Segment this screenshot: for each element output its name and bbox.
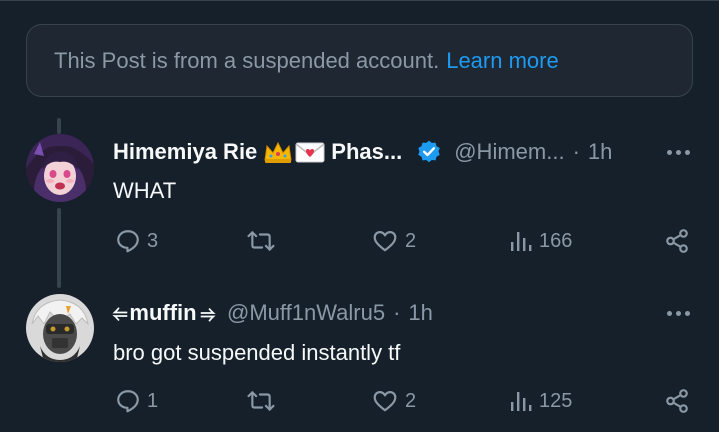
display-name-suffix[interactable]: Phas... [331, 139, 402, 165]
reply-count: 1 [147, 389, 159, 412]
share-icon [666, 229, 688, 253]
post-header: Himemiya Rie Phas... @Himem... · 1h [113, 139, 612, 165]
handle[interactable]: @Muff1nWalru5 [227, 300, 385, 326]
display-name[interactable]: Himemiya Rie [113, 139, 257, 165]
separator-dot: · [393, 300, 401, 325]
avatar[interactable] [26, 294, 94, 362]
like-count: 2 [405, 229, 417, 252]
views-chart-icon [511, 392, 532, 411]
top-divider [0, 0, 719, 4]
share-button[interactable] [664, 228, 690, 254]
views-count: 125 [539, 389, 573, 412]
reply-icon [117, 390, 139, 413]
share-icon [666, 389, 688, 413]
reply-button[interactable]: 1 [115, 388, 158, 414]
like-button[interactable]: 2 [371, 388, 416, 414]
reply-button[interactable]: 3 [115, 228, 158, 254]
post-text: bro got suspended instantly tf [113, 340, 401, 365]
masked-character-avatar-image [26, 294, 94, 362]
reply-icon [117, 230, 139, 253]
heart-icon [373, 391, 397, 412]
suspended-notice-text: This Post is from a suspended account. [54, 47, 440, 73]
thread-line-middle [57, 208, 61, 288]
thread-line-top [57, 118, 61, 134]
learn-more-link[interactable]: Learn more [446, 48, 559, 74]
repost-button[interactable] [246, 228, 282, 254]
handle[interactable]: @Himem... [454, 139, 564, 165]
heart-icon [373, 231, 397, 252]
verified-badge-icon [416, 139, 442, 165]
name-decoration-right: ⥤ [200, 302, 216, 323]
love-letter-emoji-icon [295, 140, 325, 164]
like-button[interactable]: 2 [371, 228, 416, 254]
suspended-notice: This Post is from a suspended account. L… [26, 24, 693, 97]
reply-count: 3 [147, 229, 159, 252]
more-options-icon[interactable] [667, 142, 690, 162]
share-button[interactable] [664, 388, 690, 414]
views-count: 166 [539, 229, 573, 252]
post-header: ⥢ muffin ⥤ @Muff1nWalru5 · 1h [113, 300, 433, 326]
views-button[interactable]: 125 [509, 388, 572, 414]
crown-emoji-icon [263, 140, 293, 164]
repost-icon [247, 231, 275, 251]
post-text: WHAT [113, 178, 177, 203]
views-button[interactable]: 166 [509, 228, 572, 254]
timestamp[interactable]: 1h [408, 300, 432, 326]
more-options-icon[interactable] [667, 303, 690, 323]
display-name[interactable]: muffin [129, 300, 196, 326]
repost-icon [247, 391, 275, 411]
views-chart-icon [511, 232, 532, 251]
separator-dot: · [572, 139, 580, 164]
anime-avatar-image [26, 134, 94, 202]
repost-button[interactable] [246, 388, 282, 414]
avatar[interactable] [26, 134, 94, 202]
like-count: 2 [405, 389, 417, 412]
timestamp[interactable]: 1h [588, 139, 612, 165]
name-decoration-left: ⥢ [113, 302, 128, 323]
